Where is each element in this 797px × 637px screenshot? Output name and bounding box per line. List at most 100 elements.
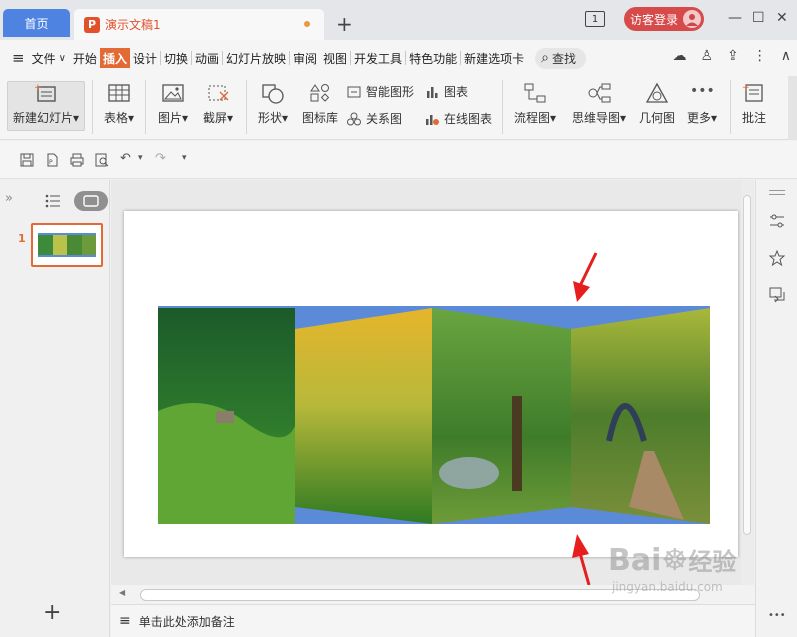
chart-label: 图表 [444, 85, 469, 99]
online-chart-label: 在线图表 [444, 112, 493, 126]
collapse-ribbon-icon[interactable]: ∧ [781, 48, 791, 64]
maximize-button[interactable]: ☐ [752, 10, 765, 26]
ribbon-insert: + 新建幻灯片▾ 表格▾ 图片▾ 截屏▾ 形状▾ 图标库 智能图形 关系图 图表… [0, 76, 797, 140]
more-label: 更多▾ [686, 111, 718, 125]
print-preview-icon[interactable] [95, 153, 109, 167]
vertical-scroll-thumb[interactable] [743, 195, 751, 535]
transition-icon[interactable] [769, 287, 785, 306]
menu-animation[interactable]: 动画 [192, 48, 222, 68]
unsaved-dot-icon [304, 21, 310, 27]
more-vertical-icon[interactable]: ⋮ [753, 48, 767, 64]
more-button[interactable]: ••• 更多▾ [683, 82, 721, 126]
house-shape [216, 411, 234, 423]
comment-button[interactable]: + 批注 [737, 82, 771, 126]
add-slide-button[interactable]: + [43, 600, 61, 625]
menu-slideshow[interactable]: 幻灯片放映 [223, 48, 289, 68]
redo-icon[interactable]: ↷ [155, 151, 169, 166]
svg-text:+: + [742, 83, 750, 93]
watermark-brand-suffix: 经验 [688, 548, 737, 576]
slide-thumbnail-pane: » 1 + [0, 180, 110, 637]
slide-thumbnail[interactable] [31, 223, 103, 267]
animation-star-icon[interactable] [768, 249, 786, 269]
table-icon [107, 82, 131, 104]
notes-placeholder: 单击此处添加备注 [138, 614, 235, 629]
picture-button[interactable]: 图片▾ [154, 82, 192, 126]
tree-trunk-shape [512, 396, 522, 491]
cloud-sync-icon[interactable]: ☁ [672, 48, 686, 64]
minimize-button[interactable]: — [728, 10, 742, 26]
menu-review[interactable]: 审阅 [290, 48, 320, 68]
relation-diagram-button[interactable]: 关系图 [347, 110, 402, 127]
title-bar: 首页 P 演示文稿1 + 1 访客登录 — ☐ ✕ [0, 0, 797, 40]
print-icon[interactable] [70, 153, 84, 167]
new-slide-button[interactable]: + 新建幻灯片▾ [10, 82, 82, 126]
flowchart-button[interactable]: 流程图▾ [510, 82, 560, 126]
pane-grip-icon [769, 190, 785, 191]
menu-transitions[interactable]: 切换 [161, 48, 191, 68]
tab-document-label: 演示文稿1 [105, 18, 161, 32]
ribbon-divider [92, 80, 93, 134]
tab-document[interactable]: P 演示文稿1 [74, 9, 324, 40]
shape-label: 形状▾ [257, 111, 289, 125]
undo-icon[interactable]: ↶ [120, 151, 134, 166]
window-count-badge[interactable]: 1 [585, 11, 605, 27]
chart-button[interactable]: 图表 [425, 83, 468, 100]
guest-login-button[interactable]: 访客登录 [624, 7, 704, 31]
save-icon[interactable] [20, 153, 34, 167]
scroll-left-icon[interactable]: ◀ [119, 588, 125, 597]
picture-icon [161, 82, 185, 104]
ribbon-scroll-right[interactable] [788, 76, 797, 140]
menu-developer[interactable]: 开发工具 [351, 48, 405, 68]
menu-bar: ≡ 文件 ∨ 开始 插入 设计 切换 动画 幻灯片放映 审阅 视图 开发工具 特… [0, 40, 797, 76]
comment-label: 批注 [741, 111, 766, 125]
menu-view[interactable]: 视图 [320, 48, 350, 68]
geometry-button[interactable]: 几何图 [637, 82, 677, 126]
shape-button[interactable]: 形状▾ [253, 82, 293, 126]
menu-new-tab[interactable]: 新建选项卡 [461, 48, 527, 68]
undo-dropdown-icon[interactable]: ▾ [138, 153, 152, 167]
menu-design[interactable]: 设计 [130, 48, 160, 68]
flowchart-icon [523, 82, 547, 104]
add-user-icon[interactable]: ♙ [700, 48, 713, 64]
notes-icon: ≡ [119, 613, 131, 629]
close-button[interactable]: ✕ [776, 10, 788, 26]
smart-shape-button[interactable]: 智能图形 [347, 83, 414, 100]
expand-pane-icon[interactable]: » [5, 191, 13, 206]
new-tab-button[interactable]: + [336, 12, 353, 36]
screenshot-button[interactable]: 截屏▾ [198, 82, 238, 126]
tab-home[interactable]: 首页 [3, 9, 70, 37]
screenshot-icon [206, 82, 230, 104]
chevron-down-icon[interactable]: ∨ [59, 53, 66, 64]
more-horizontal-icon[interactable]: ••• [768, 610, 786, 621]
icon-library-label: 图标库 [301, 111, 338, 125]
menu-insert[interactable]: 插入 [99, 48, 130, 68]
export-pdf-icon[interactable]: P [45, 153, 59, 167]
relation-diagram-label: 关系图 [366, 112, 403, 126]
outline-view-icon[interactable] [45, 194, 61, 211]
folded-photo-strip[interactable] [124, 211, 738, 557]
slide[interactable] [124, 211, 738, 557]
menu-icon[interactable]: ≡ [12, 49, 25, 67]
avatar-icon [683, 10, 701, 28]
pond-shape [439, 457, 499, 489]
menu-special[interactable]: 特色功能 [406, 48, 460, 68]
online-chart-icon [425, 112, 439, 126]
mindmap-button[interactable]: 思维导图▾ [568, 82, 630, 126]
icon-library-button[interactable]: 图标库 [299, 82, 341, 126]
search-box[interactable]: ⌕ 查找 [535, 47, 586, 69]
menu-home[interactable]: 开始 [70, 48, 100, 68]
table-button[interactable]: 表格▾ [100, 82, 138, 126]
share-icon[interactable]: ⇪ [727, 48, 739, 64]
customize-dropdown-icon[interactable]: ▾ [182, 153, 196, 167]
picture-label: 图片▾ [157, 111, 189, 125]
slide-view-toggle[interactable] [74, 191, 108, 211]
menu-file[interactable]: 文件 [29, 48, 59, 68]
online-chart-button[interactable]: 在线图表 [425, 110, 492, 127]
comment-icon: + [742, 82, 766, 104]
screenshot-label: 截屏▾ [202, 111, 234, 125]
annotation-arrow-bottom [572, 534, 591, 586]
notes-bar[interactable]: ≡ 单击此处添加备注 [111, 604, 755, 637]
property-settings-icon[interactable] [769, 213, 785, 232]
shape-icon [261, 82, 285, 104]
watermark-brand: Bai [608, 543, 662, 578]
